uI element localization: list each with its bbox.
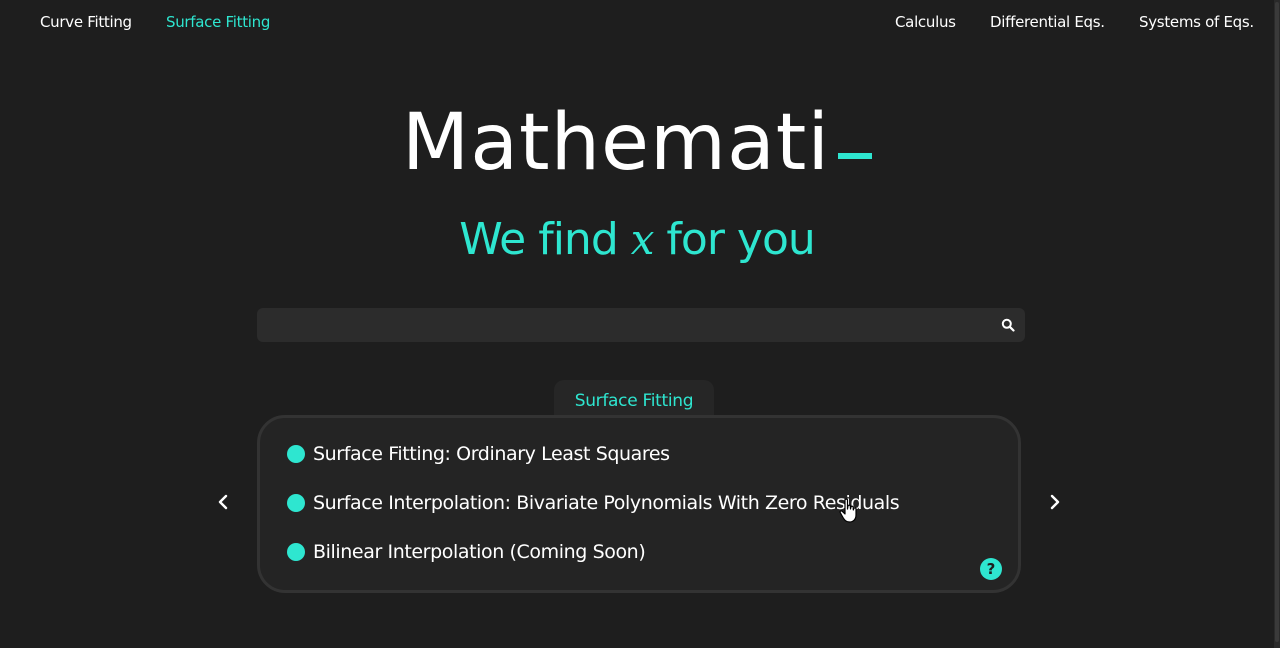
list-item-label: Bilinear Interpolation (Coming Soon) [313,541,646,563]
nav-curve-fitting[interactable]: Curve Fitting [40,13,132,31]
help-icon[interactable]: ? [980,558,1002,580]
logo-cursor [838,153,873,159]
chevron-right-icon[interactable] [1044,492,1064,512]
list-item[interactable]: Bilinear Interpolation (Coming Soon) [287,538,646,566]
topic-panel: Surface Fitting: Ordinary Least Squares … [257,415,1021,593]
bullet-dot-icon [287,543,305,561]
tagline: We find x for you [0,212,1274,268]
top-nav: Curve Fitting Surface Fitting Calculus D… [0,0,1274,46]
tagline-before: We find [459,214,631,265]
search-bar [257,308,1025,342]
site-logo[interactable]: Mathemati [0,98,1274,188]
scrollbar-thumb[interactable] [1275,2,1279,642]
hand-pointer-icon [839,498,857,523]
list-item[interactable]: Surface Interpolation: Bivariate Polynom… [287,489,900,517]
list-item-label: Surface Interpolation: Bivariate Polynom… [313,492,900,514]
logo-text: Mathemati [401,98,831,188]
list-item[interactable]: Surface Fitting: Ordinary Least Squares [287,440,670,468]
page-scrollbar[interactable] [1274,0,1280,648]
search-icon[interactable] [1001,318,1015,332]
nav-systems-of-eqs[interactable]: Systems of Eqs. [1139,13,1254,31]
tagline-variable: x [630,215,655,264]
nav-surface-fitting[interactable]: Surface Fitting [166,13,270,31]
list-item-label: Surface Fitting: Ordinary Least Squares [313,443,670,465]
chevron-left-icon[interactable] [214,492,234,512]
bullet-dot-icon [287,494,305,512]
bullet-dot-icon [287,445,305,463]
nav-calculus[interactable]: Calculus [895,13,956,31]
search-input[interactable] [257,308,987,342]
tagline-after: for you [653,214,815,265]
panel-tab-surface-fitting[interactable]: Surface Fitting [554,380,714,420]
nav-differential-eqs[interactable]: Differential Eqs. [990,13,1105,31]
